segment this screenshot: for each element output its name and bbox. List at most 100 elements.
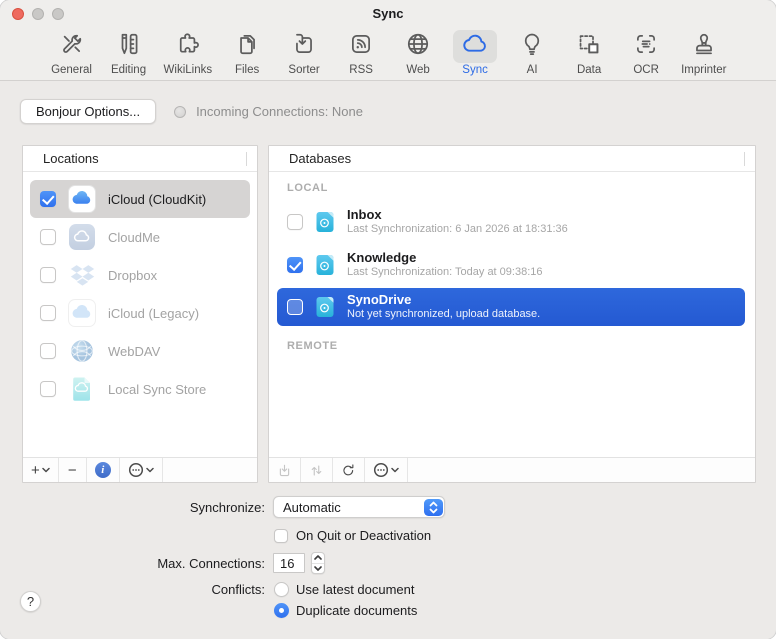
tab-imprinter[interactable]: Imprinter [681, 30, 726, 76]
tab-sync[interactable]: Sync [453, 30, 497, 76]
database-icon [315, 296, 335, 318]
documents-icon [234, 31, 260, 62]
bonjour-options-button[interactable]: Bonjour Options... [20, 99, 156, 124]
location-actions-button[interactable] [120, 458, 163, 482]
import-database-button[interactable] [269, 458, 301, 482]
location-label: Dropbox [108, 268, 157, 283]
tab-general[interactable]: General [50, 30, 94, 76]
location-checkbox[interactable] [40, 191, 56, 207]
database-title: Inbox [347, 208, 568, 223]
location-row-icloud-legacy[interactable]: iCloud (Legacy) [30, 294, 250, 332]
location-row-dropbox[interactable]: Dropbox [30, 256, 250, 294]
stepper-down-icon[interactable] [312, 564, 324, 574]
rss-icon [348, 31, 374, 62]
max-connections-input[interactable] [273, 553, 305, 573]
section-label-remote: REMOTE [287, 340, 755, 352]
max-connections-row: Max. Connections: [0, 552, 325, 574]
database-title: SynoDrive [347, 293, 540, 308]
location-row-webdav[interactable]: WebDAV [30, 332, 250, 370]
dropdown-chevrons-icon [424, 499, 443, 516]
scan-text-icon [633, 31, 659, 62]
database-subtitle: Last Synchronization: 6 Jan 2026 at 18:3… [347, 223, 568, 236]
tab-ocr[interactable]: OCR [624, 30, 668, 76]
stepper-up-icon[interactable] [312, 553, 324, 564]
up-down-arrows-icon [309, 463, 324, 478]
incoming-connections-status-icon [174, 106, 186, 118]
on-quit-checkbox[interactable] [274, 529, 288, 543]
location-checkbox[interactable] [40, 343, 56, 359]
database-checkbox[interactable] [287, 214, 303, 230]
window-title: Sync [0, 6, 776, 21]
duplicate-documents-radio[interactable] [274, 603, 289, 618]
local-sync-store-icon [68, 375, 96, 403]
add-location-button[interactable]: + [23, 458, 59, 482]
location-checkbox[interactable] [40, 267, 56, 283]
synchronize-dropdown[interactable]: Automatic [273, 496, 445, 518]
chevron-down-icon [42, 467, 50, 473]
locations-toolbar: + − i [23, 457, 257, 482]
duplicate-documents-label: Duplicate documents [296, 603, 417, 618]
wrench-screwdriver-icon [59, 31, 85, 62]
tab-files[interactable]: Files [225, 30, 269, 76]
tab-data[interactable]: Data [567, 30, 611, 76]
database-row-knowledge[interactable]: Knowledge Last Synchronization: Today at… [277, 245, 745, 285]
incoming-connections-text: Incoming Connections: None [196, 104, 363, 119]
conflicts-row-1: Conflicts: Use latest document [0, 582, 415, 597]
refresh-button[interactable] [333, 458, 365, 482]
sync-database-button[interactable] [301, 458, 333, 482]
refresh-icon [341, 463, 356, 478]
conflicts-label: Conflicts: [0, 582, 265, 597]
location-checkbox[interactable] [40, 305, 56, 321]
location-row-icloud-cloudkit[interactable]: iCloud (CloudKit) [30, 180, 250, 218]
database-checkbox[interactable] [287, 257, 303, 273]
synchronize-value: Automatic [283, 500, 341, 515]
synchronize-row: Synchronize: Automatic [0, 496, 445, 518]
on-quit-label: On Quit or Deactivation [296, 528, 431, 543]
location-label: CloudMe [108, 230, 160, 245]
database-row-synodrive[interactable]: SynoDrive Not yet synchronized, upload d… [277, 288, 745, 326]
tab-wikilinks[interactable]: WikiLinks [164, 30, 213, 76]
database-checkbox[interactable] [287, 299, 303, 315]
ellipsis-circle-icon [128, 462, 144, 478]
icloud-cloudkit-icon [68, 185, 96, 213]
tab-sorter[interactable]: Sorter [282, 30, 326, 76]
use-latest-document-radio[interactable] [274, 582, 289, 597]
location-info-button[interactable]: i [87, 458, 120, 482]
globe-icon [405, 31, 431, 62]
pencil-ruler-icon [116, 31, 142, 62]
use-latest-document-label: Use latest document [296, 582, 415, 597]
minus-icon: − [68, 463, 77, 478]
conflicts-row-2: Duplicate documents [0, 603, 417, 618]
database-row-inbox[interactable]: Inbox Last Synchronization: 6 Jan 2026 a… [277, 202, 745, 242]
help-button[interactable]: ? [20, 591, 41, 612]
chevron-down-icon [391, 467, 399, 473]
max-connections-stepper[interactable] [311, 552, 325, 574]
synchronize-label: Synchronize: [0, 500, 265, 515]
locations-panel: Locations iCloud (CloudKit) CloudMe [22, 145, 258, 483]
tab-web[interactable]: Web [396, 30, 440, 76]
databases-header-label: Databases [289, 151, 351, 166]
info-icon: i [95, 462, 111, 478]
download-box-icon [277, 463, 292, 478]
database-title: Knowledge [347, 251, 543, 266]
locations-list: iCloud (CloudKit) CloudMe Dropbox [23, 173, 257, 457]
puzzle-icon [175, 31, 201, 62]
databases-header: Databases [269, 146, 755, 172]
section-label-local: LOCAL [287, 182, 755, 194]
data-square-icon [576, 31, 602, 62]
location-checkbox[interactable] [40, 229, 56, 245]
preferences-toolbar: General Editing WikiLinks Files Sorter R… [0, 28, 776, 81]
tab-editing[interactable]: Editing [107, 30, 151, 76]
icloud-legacy-icon [68, 299, 96, 327]
database-subtitle: Last Synchronization: Today at 09:38:16 [347, 266, 543, 279]
tab-rss[interactable]: RSS [339, 30, 383, 76]
location-checkbox[interactable] [40, 381, 56, 397]
location-row-cloudme[interactable]: CloudMe [30, 218, 250, 256]
remove-location-button[interactable]: − [59, 458, 87, 482]
lightbulb-icon [519, 31, 545, 62]
preferences-window: Sync General Editing WikiLinks Files Sor… [0, 0, 776, 639]
database-subtitle: Not yet synchronized, upload database. [347, 308, 540, 321]
tab-ai[interactable]: AI [510, 30, 554, 76]
location-row-local-sync-store[interactable]: Local Sync Store [30, 370, 250, 408]
database-actions-button[interactable] [365, 458, 408, 482]
